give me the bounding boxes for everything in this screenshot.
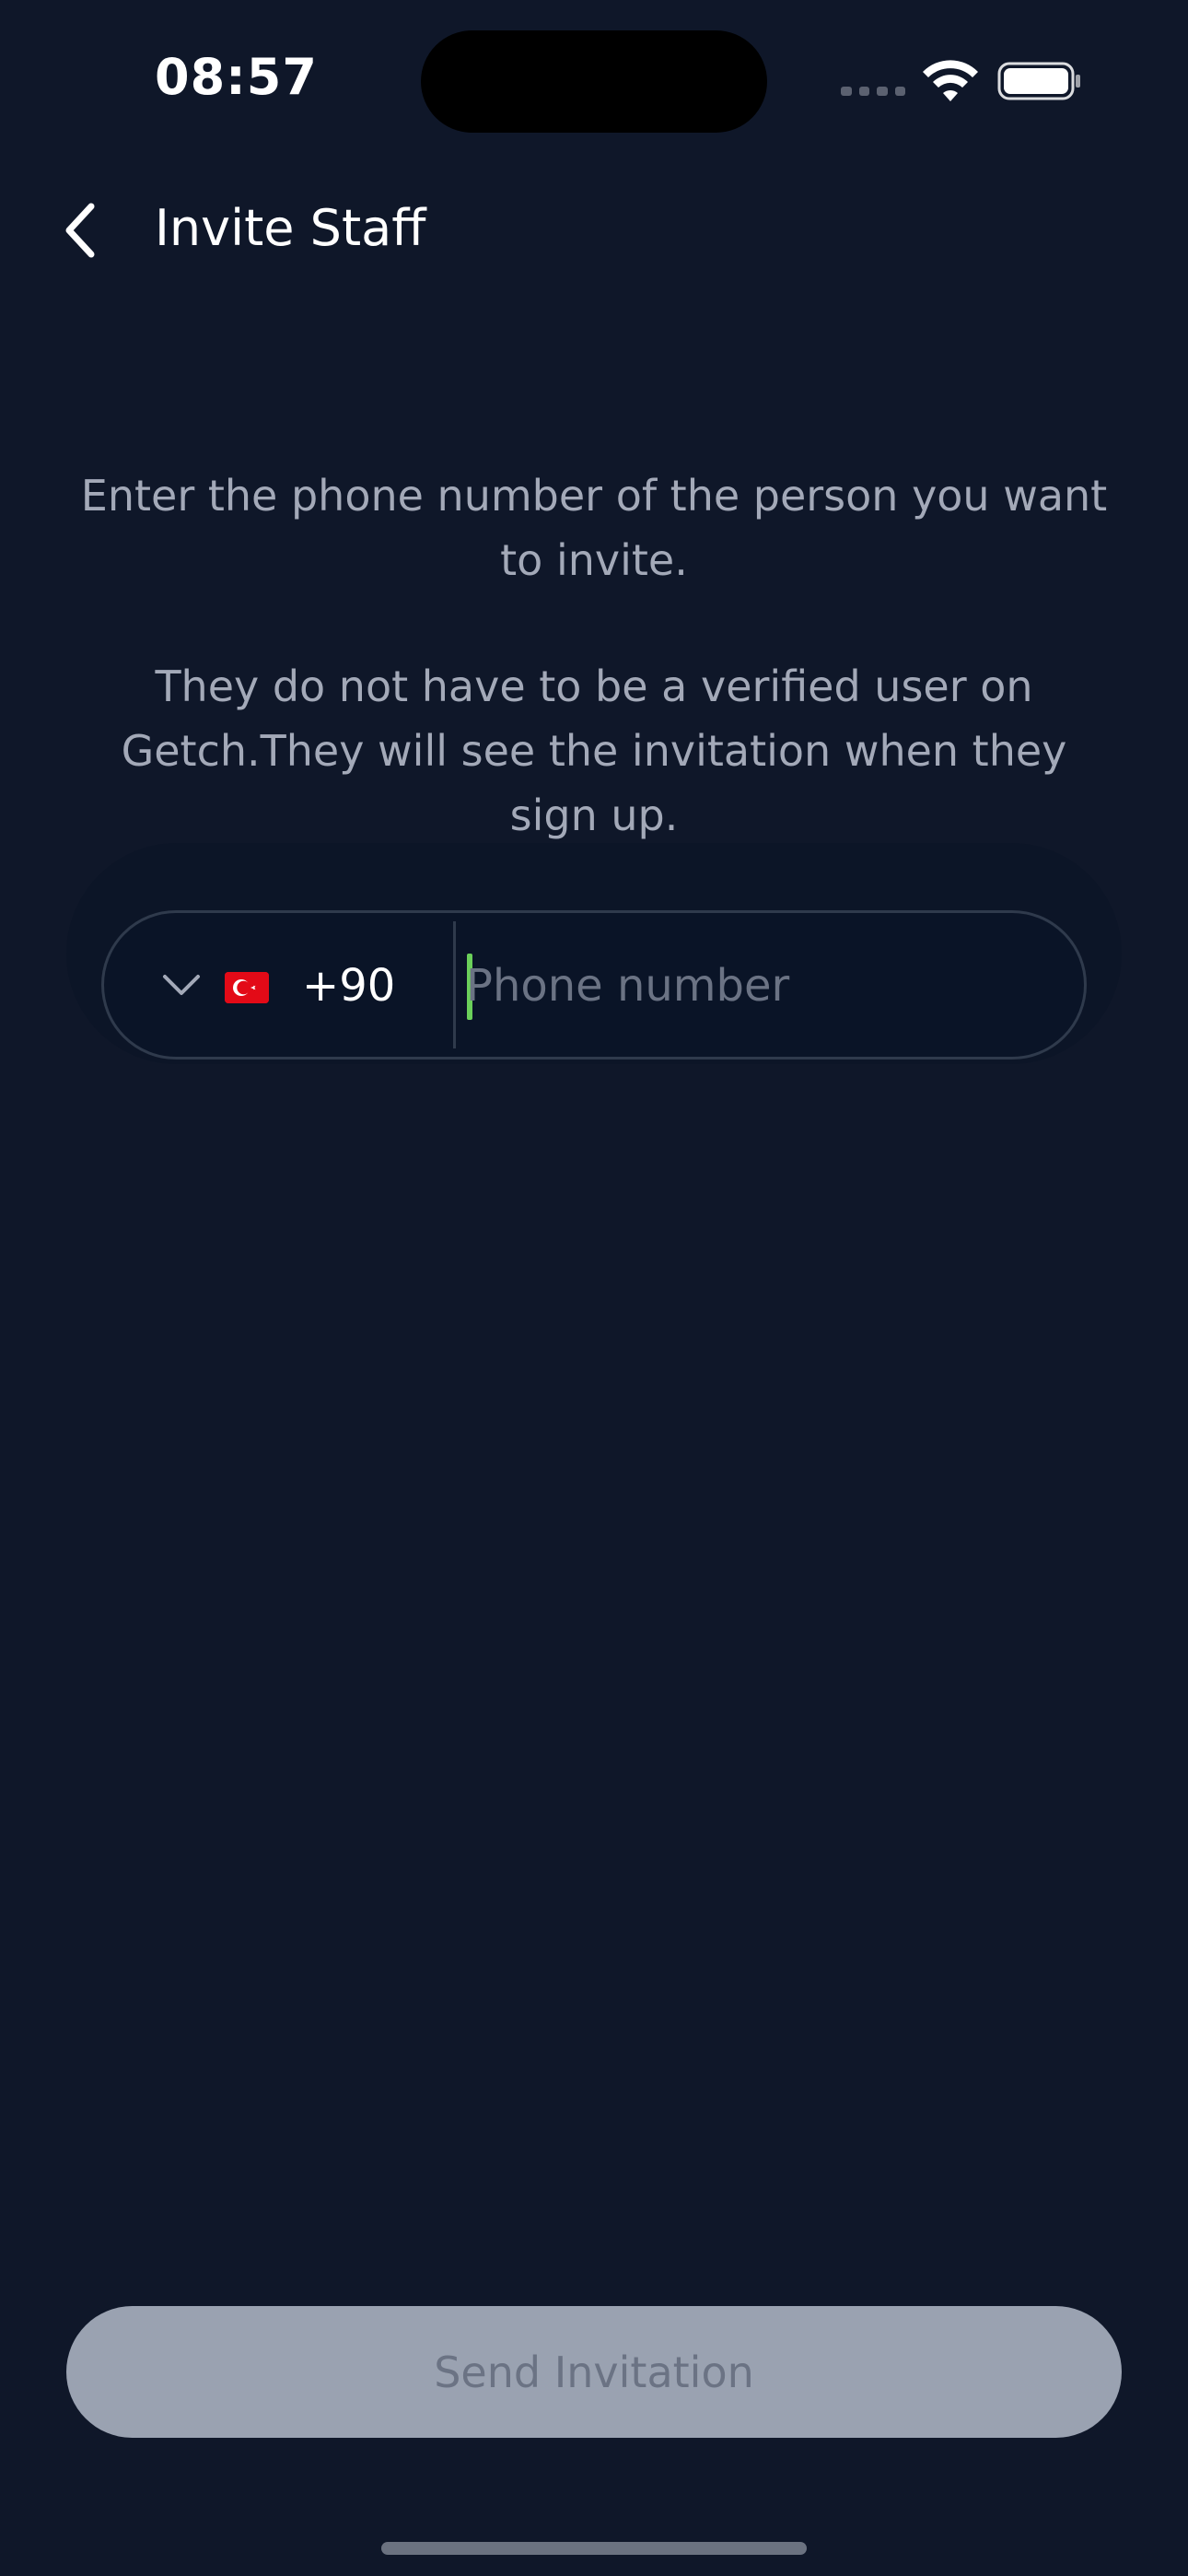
- chevron-down-icon[interactable]: [161, 969, 202, 999]
- battery-icon: [997, 62, 1080, 100]
- home-indicator: [381, 2542, 807, 2555]
- phone-number-input[interactable]: [466, 949, 1055, 1023]
- wifi-icon: [923, 60, 978, 101]
- invite-staff-screen: 08:57 Invite Staff Enter the phone numbe…: [0, 0, 1188, 2576]
- chevron-left-icon: [65, 203, 95, 258]
- page-title: Invite Staff: [155, 199, 426, 257]
- back-button[interactable]: [48, 193, 112, 267]
- description-note: They do not have to be a verified user o…: [121, 662, 1067, 840]
- signal-icon: [841, 87, 905, 98]
- description-instruction: Enter the phone number of the person you…: [80, 471, 1108, 585]
- country-code[interactable]: +90: [302, 960, 395, 1012]
- field-divider: [453, 921, 456, 1048]
- dynamic-island: [421, 30, 767, 133]
- status-time: 08:57: [155, 48, 318, 106]
- send-invitation-button[interactable]: Send Invitation: [66, 2306, 1122, 2438]
- turkey-flag-icon[interactable]: [225, 972, 269, 1003]
